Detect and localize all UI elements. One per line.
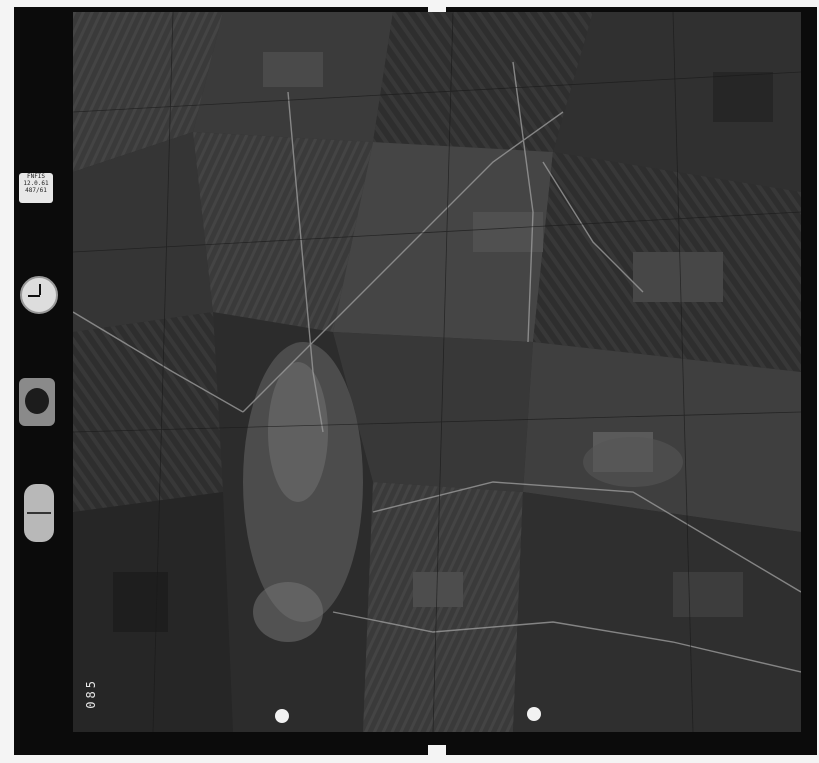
clock-hand — [39, 284, 41, 295]
altimeter-icon — [24, 484, 54, 542]
level-bubble-icon — [19, 378, 55, 426]
altimeter-needle — [27, 512, 51, 514]
bottom-notch — [428, 745, 446, 755]
bubble — [25, 388, 49, 414]
fiducial-mark — [527, 707, 541, 721]
aerial-photo — [73, 12, 801, 732]
fiducial-mark — [275, 709, 289, 723]
field-parcels — [73, 12, 801, 732]
annotation-line: 487/61 — [25, 187, 47, 194]
annotation-line: 12.0.61 — [23, 180, 49, 187]
clock-icon — [20, 276, 58, 314]
clock-hand — [28, 295, 40, 297]
annotation-line: FNFIS — [26, 173, 46, 180]
film-annotation-label: FNFIS 12.0.61 487/61 — [19, 173, 53, 203]
aerial-landscape — [73, 12, 801, 732]
frame-number: 085 — [84, 678, 98, 709]
